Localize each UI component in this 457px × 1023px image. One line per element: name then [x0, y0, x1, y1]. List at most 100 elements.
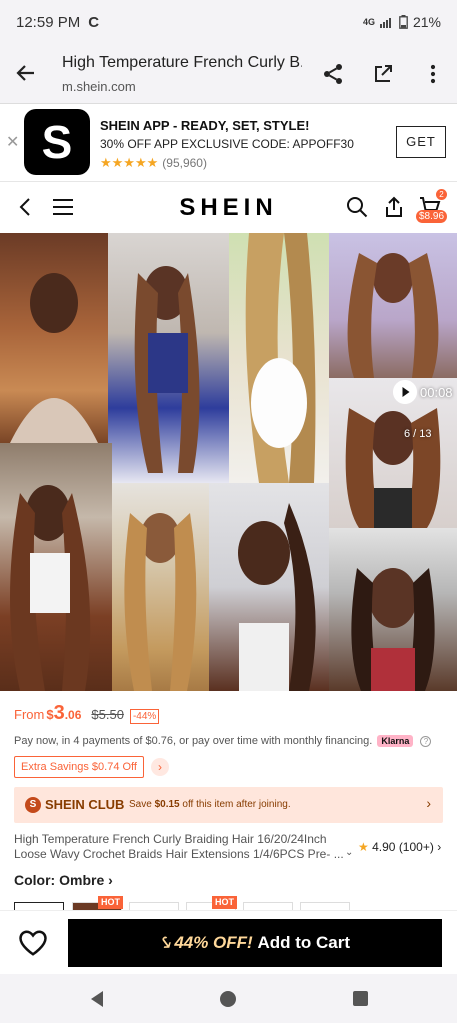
- price-from-label: From: [14, 707, 45, 722]
- original-price: $5.50: [91, 707, 124, 722]
- play-icon[interactable]: [393, 380, 417, 404]
- more-menu-icon[interactable]: [421, 62, 445, 86]
- bottom-action-bar: ⤥ 44% OFF! Add to Cart: [0, 910, 457, 974]
- chevron-right-icon: ›: [426, 795, 431, 811]
- browser-toolbar: High Temperature French Curly B... m.she…: [0, 44, 457, 104]
- color-label: Color:: [14, 872, 56, 888]
- app-banner-subtitle: 30% OFF APP EXCLUSIVE CODE: APPOFF30: [100, 137, 354, 151]
- color-selector[interactable]: Color: Ombre ›: [14, 872, 113, 888]
- hot-badge: HOT: [98, 896, 123, 909]
- product-image: [329, 233, 457, 378]
- product-image: [329, 378, 457, 528]
- product-image-gallery[interactable]: [0, 233, 457, 691]
- model-silhouette: [134, 266, 200, 473]
- status-right: 4G 21%: [363, 14, 441, 30]
- nav-recents-icon[interactable]: [352, 990, 369, 1007]
- extra-savings-coupon[interactable]: Extra Savings $0.74 Off: [14, 756, 144, 778]
- get-app-button[interactable]: GET: [396, 126, 446, 158]
- add-to-cart-discount: 44% OFF!: [174, 933, 253, 952]
- info-icon[interactable]: ?: [420, 736, 432, 747]
- product-title: High Temperature French Curly Braiding H…: [14, 832, 344, 861]
- price-whole: 3: [53, 702, 65, 724]
- system-nav-bar: [0, 974, 457, 1023]
- share-icon[interactable]: [321, 62, 345, 86]
- model-silhouette: [10, 485, 91, 691]
- club-desc-amount: $0.15: [154, 799, 180, 810]
- color-value: Ombre: [59, 872, 105, 888]
- shein-club-banner[interactable]: S SHEIN CLUB Save $0.15 off this item af…: [14, 787, 443, 823]
- app-install-banner: ✕ S SHEIN APP - READY, SET, STYLE! 30% O…: [0, 104, 457, 182]
- product-image: [0, 233, 108, 443]
- nav-back-icon[interactable]: [88, 990, 106, 1008]
- video-duration: 00:08: [420, 385, 453, 400]
- price-currency: $: [46, 707, 54, 722]
- chevron-left-icon[interactable]: [14, 195, 38, 219]
- product-rating-count: (100+): [398, 840, 434, 854]
- shein-club-description: Save $0.15 off this item after joining.: [129, 799, 291, 810]
- swatch-ombre[interactable]: [14, 902, 64, 910]
- status-time: 12:59 PM: [16, 13, 81, 31]
- model-silhouette: [124, 513, 197, 691]
- product-image: [329, 528, 457, 691]
- price-fraction: .06: [64, 708, 82, 722]
- chevron-right-icon[interactable]: ›: [151, 758, 169, 776]
- close-icon[interactable]: ✕: [6, 132, 19, 152]
- klarna-logo: Klarna: [377, 735, 414, 747]
- browser-page-title: High Temperature French Curly B...: [62, 54, 302, 71]
- product-image: [0, 443, 112, 691]
- shein-club-title: SHEIN CLUB: [45, 797, 125, 812]
- carrier-icon: C: [88, 13, 100, 31]
- app-banner-title: SHEIN APP - READY, SET, STYLE!: [100, 118, 310, 133]
- app-rating-count: (95,960): [162, 156, 207, 170]
- search-icon[interactable]: [345, 195, 369, 219]
- chevron-right-icon: ›: [437, 840, 442, 854]
- open-in-browser-icon[interactable]: [371, 62, 395, 86]
- product-image: [209, 483, 329, 691]
- swatch[interactable]: [129, 902, 179, 910]
- add-to-cart-button[interactable]: ⤥ 44% OFF! Add to Cart: [68, 919, 442, 967]
- shein-app-logo: S: [24, 109, 90, 175]
- color-swatches: HOT HOT: [14, 896, 454, 910]
- chevron-down-icon[interactable]: ⌄: [345, 847, 353, 858]
- model-silhouette: [10, 273, 98, 443]
- browser-url: m.shein.com: [62, 79, 136, 94]
- site-header: SHEIN 2 $8.96: [0, 182, 457, 232]
- share-icon[interactable]: [382, 195, 406, 219]
- app-rating: ★★★★★ (95,960): [100, 155, 207, 171]
- rating-stars-icon: ★★★★★: [100, 155, 159, 170]
- battery-percent: 21%: [412, 14, 441, 30]
- heart-icon[interactable]: [18, 929, 48, 957]
- network-label: 4G: [362, 17, 375, 27]
- model-silhouette: [345, 408, 441, 528]
- product-rating-value: 4.90: [372, 840, 396, 854]
- product-rating[interactable]: ★ 4.90 (100+) ›: [358, 840, 441, 854]
- signal-icon: [379, 18, 391, 28]
- star-icon: ★: [358, 840, 369, 854]
- swatch[interactable]: [243, 902, 293, 910]
- price-row: From $3.06 $5.50 -44%: [14, 702, 160, 725]
- club-desc-prefix: Save: [129, 799, 155, 810]
- image-counter: 6 / 13: [404, 428, 432, 440]
- discount-badge: -44%: [129, 709, 160, 724]
- menu-icon[interactable]: [51, 195, 75, 219]
- back-arrow-icon[interactable]: [14, 61, 38, 85]
- hot-badge: HOT: [212, 896, 237, 909]
- page: 12:59 PM C 4G 21% High Temperature Frenc…: [0, 0, 457, 1023]
- sale-price: $3.06: [46, 702, 81, 725]
- cart-price-badge: $8.96: [416, 210, 448, 223]
- product-image: [108, 233, 229, 483]
- chevron-right-icon: ›: [108, 872, 113, 888]
- model-silhouette: [238, 503, 316, 691]
- battery-icon: [399, 15, 408, 29]
- product-image: [229, 233, 329, 483]
- nav-home-icon[interactable]: [219, 990, 237, 1008]
- trending-down-icon: ⤥: [160, 933, 170, 952]
- cart-count-badge: 2: [436, 189, 447, 200]
- add-to-cart-label: Add to Cart: [257, 933, 350, 952]
- model-silhouette: [245, 233, 316, 483]
- model-silhouette: [347, 253, 439, 378]
- swatch[interactable]: [300, 902, 350, 910]
- model-silhouette: [351, 568, 435, 691]
- installment-text: Pay now, in 4 payments of $0.76, or pay …: [14, 735, 373, 747]
- product-image: [112, 483, 209, 691]
